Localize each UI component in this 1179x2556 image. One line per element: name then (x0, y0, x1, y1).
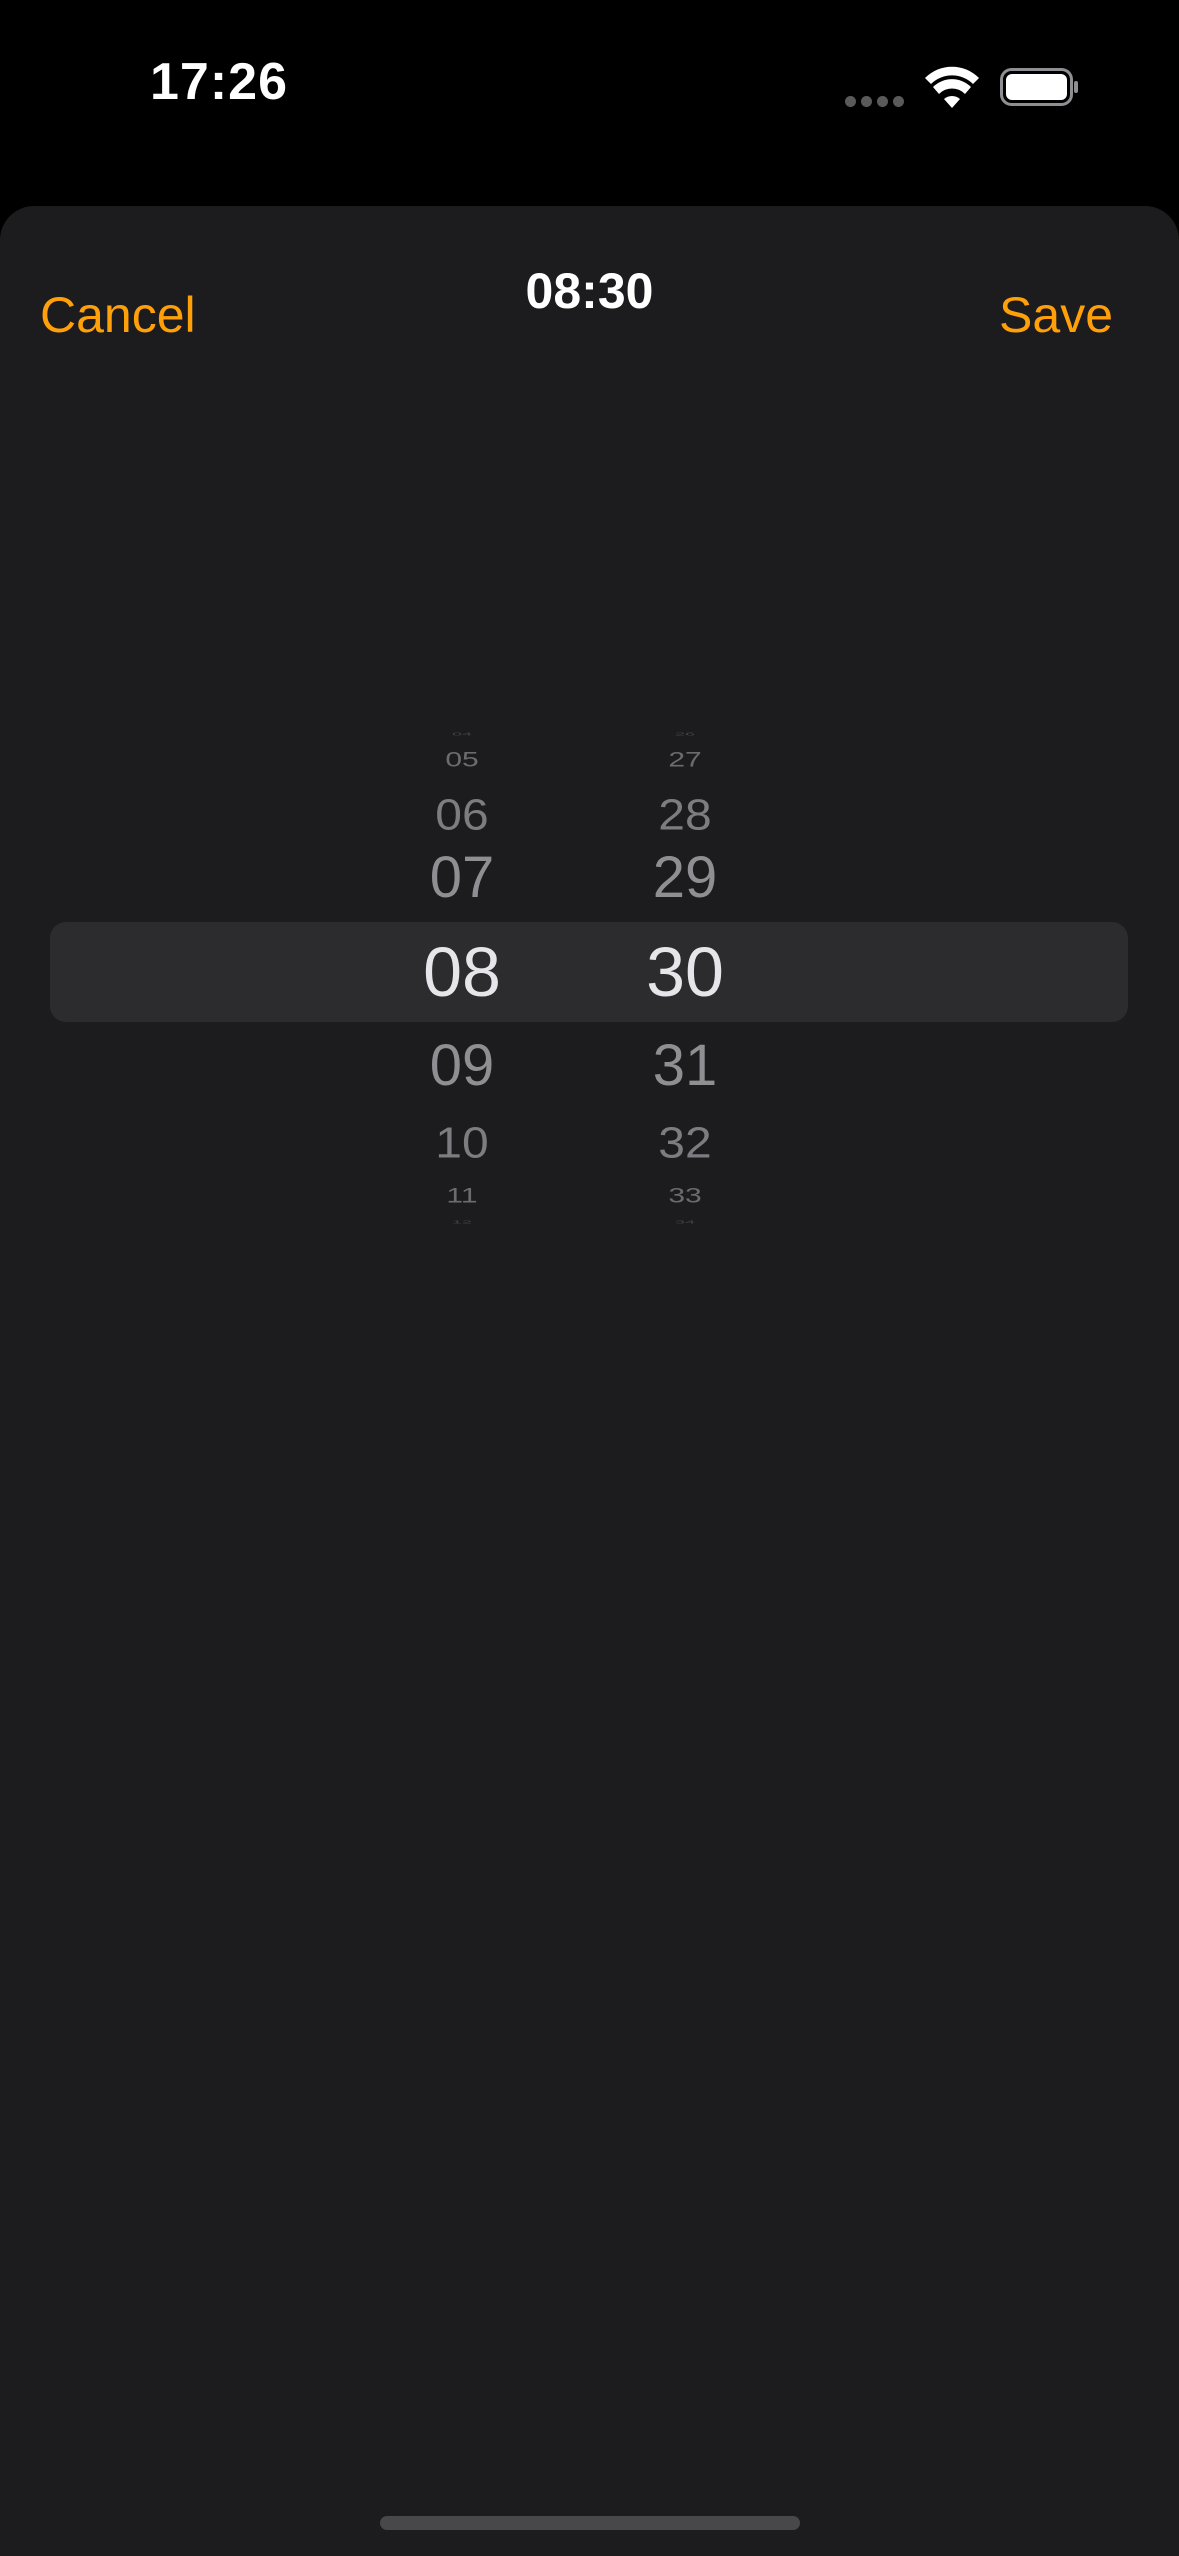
minute-wheel[interactable]: 26 27 28 29 30 31 32 33 34 (585, 456, 785, 1225)
battery-icon (1000, 68, 1078, 106)
hour-option[interactable]: 06 (362, 794, 562, 837)
hour-wheel[interactable]: 04 05 06 07 08 09 10 11 12 (362, 456, 562, 1225)
status-bar: 17:26 (0, 0, 1179, 200)
hour-option[interactable]: 04 (362, 732, 562, 737)
status-time: 17:26 (150, 53, 288, 111)
hour-option[interactable]: 05 (362, 749, 562, 771)
minute-option[interactable]: 27 (585, 749, 785, 771)
minute-option[interactable]: 33 (585, 1185, 785, 1207)
minute-option[interactable]: 28 (585, 794, 785, 837)
home-indicator[interactable] (380, 2516, 800, 2530)
time-picker: 04 05 06 07 08 09 10 11 12 26 27 28 29 3… (0, 456, 1179, 1225)
hour-option[interactable]: 09 (362, 1037, 562, 1095)
hour-option[interactable]: 10 (362, 1122, 562, 1165)
minute-option[interactable]: 26 (585, 732, 785, 737)
minute-option[interactable]: 34 (585, 1220, 785, 1225)
minute-option-selected[interactable]: 30 (585, 937, 785, 1007)
cellular-signal-icon (845, 96, 905, 108)
save-button[interactable]: Save (999, 286, 1113, 344)
cancel-button[interactable]: Cancel (40, 286, 196, 344)
minute-option[interactable]: 29 (585, 849, 785, 907)
minute-option[interactable]: 32 (585, 1122, 785, 1165)
time-picker-sheet: Cancel 08:30 Save 04 05 06 07 08 09 10 1… (0, 206, 1179, 2556)
minute-option[interactable]: 31 (585, 1037, 785, 1095)
hour-option[interactable]: 12 (362, 1220, 562, 1225)
wifi-icon (925, 66, 979, 108)
hour-option-selected[interactable]: 08 (362, 937, 562, 1007)
hour-option[interactable]: 11 (362, 1185, 562, 1207)
hour-option[interactable]: 07 (362, 849, 562, 907)
